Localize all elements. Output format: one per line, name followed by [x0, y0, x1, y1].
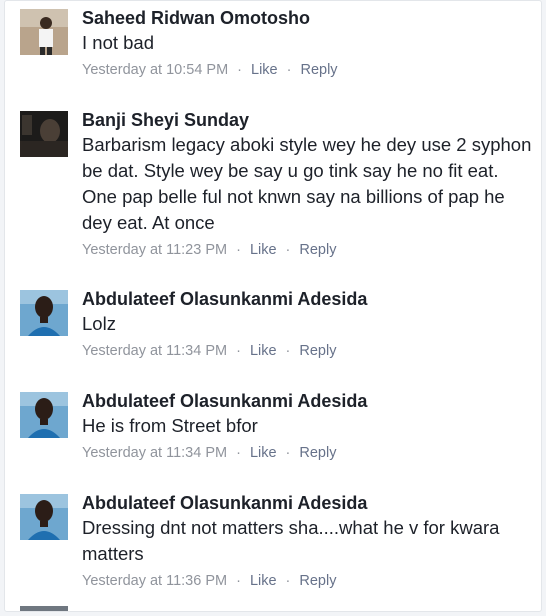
separator: ·: [285, 573, 291, 589]
comment-author[interactable]: Abdulateef Olasunkanmi Adesida: [82, 390, 533, 412]
profile-photo-icon: [20, 392, 68, 438]
separator: ·: [285, 445, 291, 461]
comment-text: Barbarism legacy aboki style wey he dey …: [82, 134, 532, 233]
profile-photo-icon: [20, 9, 68, 55]
comment-timestamp[interactable]: Yesterday at 11:34 PM: [82, 445, 227, 461]
comment-author[interactable]: Abdulateef Olasunkanmi Adesida: [82, 288, 533, 310]
comment-meta: Yesterday at 10:54 PM · Like · Reply: [82, 61, 533, 79]
like-button[interactable]: Like: [250, 445, 277, 461]
separator: ·: [236, 445, 241, 461]
reply-button[interactable]: Reply: [299, 343, 336, 359]
like-button[interactable]: Like: [250, 242, 277, 258]
avatar[interactable]: [20, 9, 68, 55]
comment-meta: Yesterday at 11:36 PM · Like · Reply: [82, 572, 533, 590]
comment-text: He is from Street bfor: [82, 415, 258, 436]
reply-button[interactable]: Reply: [299, 445, 336, 461]
avatar[interactable]: [20, 606, 68, 611]
avatar[interactable]: [20, 290, 68, 336]
comment-timestamp[interactable]: Yesterday at 11:23 PM: [82, 242, 227, 258]
profile-photo-icon: [20, 290, 68, 336]
separator: ·: [285, 343, 291, 359]
comment-text: Lolz: [82, 313, 116, 334]
comment-author[interactable]: Saheed Ridwan Omotosho: [82, 7, 533, 29]
comment-meta: Yesterday at 11:34 PM · Like · Reply: [82, 342, 533, 360]
comment-meta: Yesterday at 11:23 PM · Like · Reply: [82, 241, 533, 259]
reply-button[interactable]: Reply: [300, 62, 337, 78]
separator: ·: [236, 343, 241, 359]
separator: ·: [285, 242, 291, 258]
avatar[interactable]: [20, 392, 68, 438]
avatar[interactable]: [20, 111, 68, 157]
like-button[interactable]: Like: [251, 62, 278, 78]
comment-timestamp[interactable]: Yesterday at 10:54 PM: [82, 62, 228, 78]
separator: ·: [286, 62, 292, 78]
comment-meta: Yesterday at 11:34 PM · Like · Reply: [82, 444, 533, 462]
reply-button[interactable]: Reply: [299, 573, 336, 589]
comment-text: I not bad: [82, 32, 155, 53]
separator: ·: [237, 62, 243, 78]
like-button[interactable]: Like: [250, 343, 277, 359]
like-button[interactable]: Like: [250, 573, 277, 589]
comments-panel: Saheed Ridwan Omotosho I not bad Yesterd…: [4, 0, 542, 612]
separator: ·: [236, 242, 241, 258]
reply-button[interactable]: Reply: [299, 242, 336, 258]
comment-timestamp[interactable]: Yesterday at 11:34 PM: [82, 343, 227, 359]
comment-timestamp[interactable]: Yesterday at 11:36 PM: [82, 573, 227, 589]
comment-author[interactable]: Abdulateef Olasunkanmi Adesida: [82, 492, 533, 514]
separator: ·: [236, 573, 241, 589]
avatar[interactable]: [20, 494, 68, 540]
profile-photo-icon: [20, 494, 68, 540]
comment-text: Dressing dnt not matters sha....what he …: [82, 517, 500, 564]
profile-photo-icon: [20, 111, 68, 157]
comment-author[interactable]: Banji Sheyi Sunday: [82, 109, 533, 131]
